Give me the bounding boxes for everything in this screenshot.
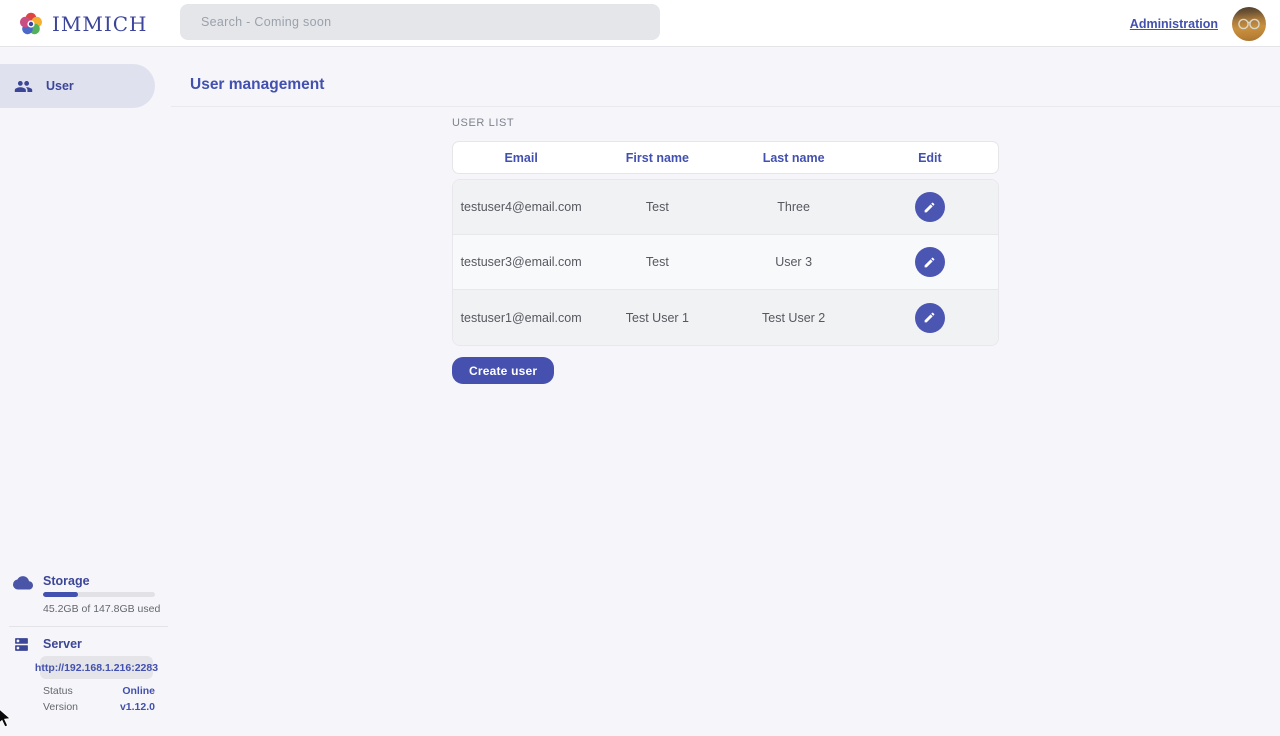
column-header-edit: Edit [862, 151, 998, 165]
page-title: User management [190, 76, 324, 94]
sidebar-item-user[interactable]: User [0, 64, 155, 108]
pencil-icon [923, 201, 936, 214]
title-divider [171, 106, 1280, 107]
table-row: testuser4@email.com Test Three [453, 180, 998, 235]
user-avatar[interactable] [1232, 7, 1266, 41]
cell-email: testuser3@email.com [453, 255, 589, 269]
cloud-icon [13, 574, 33, 590]
status-label: Status [43, 685, 73, 697]
search-input[interactable] [180, 4, 660, 40]
edit-user-button[interactable] [915, 247, 945, 277]
column-header-email: Email [453, 151, 589, 165]
storage-usage-text: 45.2GB of 147.8GB used [43, 603, 160, 615]
sidebar-divider [9, 626, 168, 627]
storage-title: Storage [43, 574, 90, 588]
sidebar-item-user-label: User [46, 79, 74, 93]
user-table: testuser4@email.com Test Three testuser3… [452, 179, 999, 346]
logo-text: IMMICH [52, 12, 148, 36]
cell-email: testuser1@email.com [453, 311, 589, 325]
storage-progress-fill [43, 592, 78, 597]
server-title: Server [43, 637, 82, 651]
cell-last-name: User 3 [726, 255, 862, 269]
user-list-label: USER LIST [452, 117, 514, 129]
app-header: IMMICH Administration [0, 0, 1280, 47]
column-header-first-name: First name [589, 151, 725, 165]
users-group-icon [14, 77, 33, 96]
server-icon [13, 636, 30, 653]
mouse-cursor [0, 707, 19, 736]
cell-first-name: Test User 1 [589, 311, 725, 325]
server-version-row: Version v1.12.0 [43, 701, 155, 713]
cell-email: testuser4@email.com [453, 200, 589, 214]
server-status-row: Status Online [43, 685, 155, 697]
version-label: Version [43, 701, 78, 713]
pencil-icon [923, 311, 936, 324]
edit-user-button[interactable] [915, 303, 945, 333]
cell-last-name: Test User 2 [726, 311, 862, 325]
version-value: v1.12.0 [120, 701, 155, 713]
header-right: Administration [1130, 0, 1266, 47]
pencil-icon [923, 256, 936, 269]
table-row: testuser1@email.com Test User 1 Test Use… [453, 290, 998, 345]
cell-first-name: Test [589, 255, 725, 269]
server-url: http://192.168.1.216:2283 [40, 656, 153, 679]
create-user-button[interactable]: Create user [452, 357, 554, 384]
cell-last-name: Three [726, 200, 862, 214]
status-value: Online [122, 685, 155, 697]
administration-link[interactable]: Administration [1130, 17, 1218, 31]
immich-flower-icon [18, 11, 44, 37]
immich-logo: IMMICH [18, 0, 148, 47]
column-header-last-name: Last name [726, 151, 862, 165]
cell-first-name: Test [589, 200, 725, 214]
user-table-header: Email First name Last name Edit [452, 141, 999, 174]
table-row: testuser3@email.com Test User 3 [453, 235, 998, 290]
glasses-icon [1237, 18, 1261, 30]
storage-progress-bar [43, 592, 155, 597]
edit-user-button[interactable] [915, 192, 945, 222]
